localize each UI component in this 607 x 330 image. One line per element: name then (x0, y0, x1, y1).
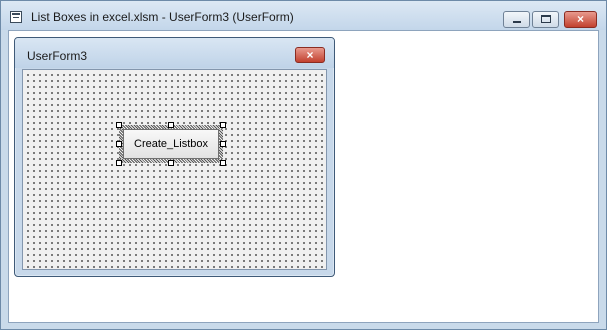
minimize-button[interactable] (503, 11, 530, 28)
resize-handle-top-right[interactable] (220, 122, 226, 128)
window-title: List Boxes in excel.xlsm - UserForm3 (Us… (31, 10, 294, 24)
close-icon: × (576, 12, 584, 26)
resize-handle-bottom-right[interactable] (220, 160, 226, 166)
close-icon: × (306, 48, 314, 62)
userform-titlebar[interactable]: UserForm3 × (15, 38, 334, 68)
resize-handle-right[interactable] (220, 141, 226, 147)
userform-close-button[interactable]: × (295, 47, 325, 63)
userform-window[interactable]: UserForm3 × Create_Listbox (14, 37, 335, 277)
resize-handle-top-left[interactable] (116, 122, 122, 128)
designer-titlebar[interactable]: List Boxes in excel.xlsm - UserForm3 (Us… (1, 1, 606, 30)
resize-handle-bottom[interactable] (168, 160, 174, 166)
create-listbox-button[interactable]: Create_Listbox (123, 129, 219, 159)
userform-design-grid[interactable]: Create_Listbox (22, 69, 327, 270)
userform-title: UserForm3 (27, 49, 88, 63)
resize-handle-left[interactable] (116, 141, 122, 147)
userform-window-icon[interactable] (10, 11, 22, 23)
maximize-button[interactable] (532, 11, 559, 28)
resize-handle-top[interactable] (168, 122, 174, 128)
minimize-icon (513, 21, 521, 23)
close-button[interactable]: × (564, 11, 597, 28)
maximize-icon (541, 15, 551, 23)
resize-handle-bottom-left[interactable] (116, 160, 122, 166)
